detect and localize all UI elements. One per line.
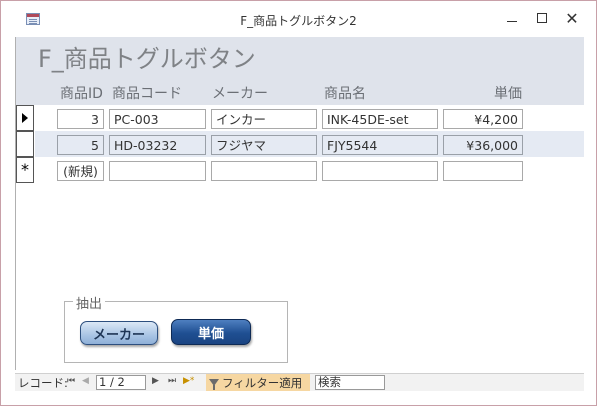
product-name-field[interactable]: FJY5544 [322, 135, 438, 155]
record-selector-current[interactable] [16, 105, 34, 131]
filter-applied-button[interactable]: フィルター適用 [206, 374, 310, 391]
record-selector[interactable] [16, 131, 34, 157]
maximize-icon [537, 13, 547, 23]
minimize-button[interactable] [497, 7, 527, 29]
record-navigation-bar: レコード: ⏮ ◀ 1 / 2 ▶ ⏭ ▶* フィルター適用 検索 [15, 373, 584, 391]
column-header-name: 商品名 [324, 86, 366, 102]
current-record-icon [22, 113, 28, 123]
close-button[interactable]: ✕ [557, 7, 587, 29]
table-row: 3 PC-003 インカー INK-45DE-set ¥4,200 [35, 105, 584, 131]
price-field[interactable]: ¥4,200 [443, 109, 523, 129]
title-bar[interactable]: F_商品トグルボタン2 ✕ [1, 1, 596, 37]
filter-icon [209, 379, 219, 390]
product-id-field[interactable]: 5 [57, 135, 104, 155]
price-field[interactable]: ¥36,000 [443, 135, 523, 155]
form-header: F_商品トグルボタン 商品ID 商品コード メーカー 商品名 単価 [16, 37, 584, 105]
filter-applied-label: フィルター適用 [222, 375, 303, 390]
product-name-field[interactable] [322, 161, 438, 181]
search-input[interactable]: 検索 [315, 375, 385, 390]
product-code-field[interactable] [109, 161, 206, 181]
form-body: F_商品トグルボタン 商品ID 商品コード メーカー 商品名 単価 3 PC-0… [15, 37, 584, 370]
filter-group-label: 抽出 [73, 293, 106, 312]
previous-record-icon[interactable]: ◀ [82, 376, 89, 386]
column-header-maker: メーカー [212, 86, 268, 102]
new-record-nav-icon[interactable]: ▶* [183, 376, 194, 386]
table-row: 5 HD-03232 フジヤマ FJY5544 ¥36,000 [35, 131, 584, 157]
new-record-icon: * [21, 160, 29, 179]
product-id-field[interactable]: (新規) [57, 161, 104, 181]
maker-toggle-button[interactable]: メーカー [80, 321, 158, 345]
column-header-id: 商品ID [60, 86, 103, 102]
price-toggle-button[interactable]: 単価 [171, 319, 251, 345]
form-heading: F_商品トグルボタン [38, 45, 256, 73]
product-code-field[interactable]: HD-03232 [109, 135, 206, 155]
record-label: レコード: [18, 376, 68, 390]
first-record-icon[interactable]: ⏮ [67, 376, 75, 386]
maker-field[interactable] [211, 161, 317, 181]
maximize-button[interactable] [527, 7, 557, 29]
maker-field[interactable]: インカー [211, 109, 317, 129]
record-selector-new[interactable]: * [16, 157, 34, 183]
minimize-icon [507, 20, 517, 22]
product-name-field[interactable]: INK-45DE-set [322, 109, 438, 129]
last-record-icon[interactable]: ⏭ [168, 376, 176, 386]
form-window: F_商品トグルボタン2 ✕ F_商品トグルボタン 商品ID 商品コード メーカー… [0, 0, 597, 406]
price-field[interactable] [443, 161, 523, 181]
next-record-icon[interactable]: ▶ [152, 376, 159, 386]
product-code-field[interactable]: PC-003 [109, 109, 206, 129]
column-header-code: 商品コード [112, 86, 182, 102]
product-id-field[interactable]: 3 [57, 109, 104, 129]
record-position-input[interactable]: 1 / 2 [96, 375, 146, 390]
maker-field[interactable]: フジヤマ [211, 135, 317, 155]
close-icon: ✕ [565, 8, 579, 28]
column-header-price: 単価 [494, 86, 522, 102]
new-record-row: (新規) [35, 157, 584, 183]
